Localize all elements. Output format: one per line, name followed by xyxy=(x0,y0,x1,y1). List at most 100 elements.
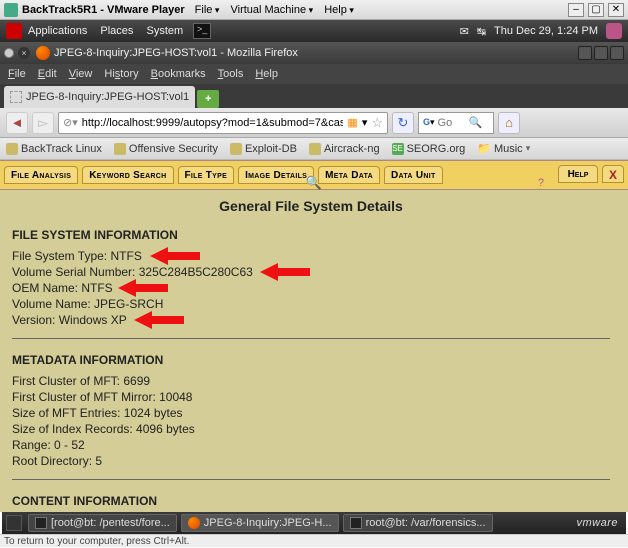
help-qmark-icon[interactable]: ? xyxy=(538,177,544,189)
page-body[interactable]: General File System Details FILE SYSTEM … xyxy=(0,190,628,512)
network-icon[interactable]: ↹ xyxy=(477,25,486,38)
vm-menu-help[interactable]: Help xyxy=(324,4,354,16)
divider xyxy=(12,479,610,480)
reload-button[interactable]: ↻ xyxy=(392,112,414,134)
task-firefox[interactable]: JPEG-8-Inquiry:JPEG-H... xyxy=(181,514,339,532)
fx-menu-file[interactable]: File xyxy=(8,68,26,80)
bookmark-star-icon[interactable]: ☆ xyxy=(371,115,383,131)
new-tab-button[interactable]: + xyxy=(197,90,219,108)
tab-meta-data[interactable]: Meta Data xyxy=(318,166,380,184)
red-arrow-icon xyxy=(134,309,184,331)
firefox-tabstrip: JPEG-8-Inquiry:JPEG-HOST:vol1 + xyxy=(0,84,628,108)
search-input[interactable] xyxy=(438,117,466,129)
task-terminal-1[interactable]: [root@bt: /pentest/fore... xyxy=(28,514,177,532)
vm-titlebar: BackTrack5R1 - VMware Player File Virtua… xyxy=(0,0,628,20)
volname-line: Volume Name: JPEG-SRCH xyxy=(12,296,610,312)
bm-backtrack[interactable]: BackTrack Linux xyxy=(6,143,102,155)
fx-menu-view[interactable]: View xyxy=(69,68,93,80)
tab-image-details[interactable]: Image Details xyxy=(238,166,314,184)
meta-line: Root Directory: 5 xyxy=(12,453,610,469)
tab-file-analysis[interactable]: File Analysis xyxy=(4,166,78,184)
bookmarks-toolbar: BackTrack Linux Offensive Security Explo… xyxy=(0,138,628,160)
fx-close-button[interactable] xyxy=(610,46,624,60)
fx-menu-history[interactable]: History xyxy=(104,68,138,80)
content-heading: CONTENT INFORMATION xyxy=(12,494,610,508)
magnifier-icon: 🔍 xyxy=(306,175,322,191)
fx-menu-tools[interactable]: Tools xyxy=(218,68,244,80)
meta-line: Size of Index Records: 4096 bytes xyxy=(12,421,610,437)
oem-line: OEM Name: NTFS xyxy=(12,280,610,296)
tab-data-unit[interactable]: Data Unit xyxy=(384,166,443,184)
version-line: Version: Windows XP xyxy=(12,312,610,328)
vm-menu-file[interactable]: File xyxy=(195,4,220,16)
page-title: General File System Details xyxy=(12,198,610,214)
meta-heading: METADATA INFORMATION xyxy=(12,353,610,367)
fx-menu-help[interactable]: Help xyxy=(255,68,278,80)
menu-places[interactable]: Places xyxy=(100,25,133,37)
backtrack-logo-icon[interactable] xyxy=(6,23,22,39)
mail-icon[interactable]: ✉ xyxy=(460,25,469,38)
tab-keyword-search[interactable]: Keyword Search xyxy=(82,166,173,184)
gnome-taskbar: [root@bt: /pentest/fore... JPEG-8-Inquir… xyxy=(2,512,626,534)
meta-line: First Cluster of MFT: 6699 xyxy=(12,373,610,389)
fx-maximize-button[interactable] xyxy=(594,46,608,60)
back-button[interactable]: ◄ xyxy=(6,112,28,134)
url-input[interactable] xyxy=(82,117,344,129)
vm-minimize-button[interactable]: – xyxy=(568,3,584,17)
tab-file-type[interactable]: File Type xyxy=(178,166,235,184)
help-button[interactable]: Help xyxy=(558,165,598,183)
clock[interactable]: Thu Dec 29, 1:24 PM xyxy=(494,25,598,37)
terminal-launcher-icon[interactable]: >_ xyxy=(193,23,211,39)
task-terminal-2[interactable]: root@bt: /var/forensics... xyxy=(343,514,493,532)
vm-title: BackTrack5R1 - VMware Player xyxy=(22,4,185,16)
url-bar[interactable]: ⊘▾ ▦ ▾ ☆ xyxy=(58,112,388,134)
tab-close-x[interactable]: × xyxy=(18,47,30,59)
fx-menu-edit[interactable]: Edit xyxy=(38,68,57,80)
user-switch-icon[interactable] xyxy=(606,23,622,39)
bm-offsec[interactable]: Offensive Security xyxy=(114,143,218,155)
vm-close-button[interactable]: ✕ xyxy=(608,3,624,17)
firefox-menubar: File Edit View History Bookmarks Tools H… xyxy=(0,64,628,84)
home-button[interactable]: ⌂ xyxy=(498,112,520,134)
search-bar[interactable]: G▾ 🔍 xyxy=(418,112,494,134)
tab-label: JPEG-8-Inquiry:JPEG-HOST:vol1 xyxy=(26,91,189,103)
bm-seorg[interactable]: SESEORG.org xyxy=(392,143,466,155)
bm-aircrack[interactable]: Aircrack-ng xyxy=(309,143,380,155)
globe-segment-icon: ⊘▾ xyxy=(63,116,78,129)
fx-menu-bookmarks[interactable]: Bookmarks xyxy=(151,68,206,80)
meta-line: Size of MFT Entries: 1024 bytes xyxy=(12,405,610,421)
divider xyxy=(12,338,610,339)
close-button[interactable]: X xyxy=(602,165,624,183)
autopsy-toolbar: File Analysis Keyword Search File Type I… xyxy=(0,160,628,190)
vm-status-hint: To return to your computer, press Ctrl+A… xyxy=(4,536,189,547)
firefox-icon xyxy=(36,46,50,60)
bm-music-folder[interactable]: 📁Music xyxy=(477,142,530,155)
vmware-brand: vmware xyxy=(576,517,622,529)
window-menu-icon[interactable] xyxy=(4,48,14,58)
google-icon: G▾ xyxy=(423,117,435,128)
vmware-icon xyxy=(4,3,18,17)
vm-maximize-button[interactable]: ▢ xyxy=(588,3,604,17)
menu-system[interactable]: System xyxy=(146,25,183,37)
vm-menu-virtualmachine[interactable]: Virtual Machine xyxy=(230,4,313,16)
gnome-panel: Applications Places System >_ ✉ ↹ Thu De… xyxy=(0,20,628,42)
fs-type-line: File System Type: NTFS xyxy=(12,248,610,264)
firefox-navbar: ◄ ▻ ⊘▾ ▦ ▾ ☆ ↻ G▾ 🔍 ⌂ xyxy=(0,108,628,138)
firefox-titlebar: × JPEG-8-Inquiry:JPEG-HOST:vol1 - Mozill… xyxy=(0,42,628,64)
rss-icon[interactable]: ▦ xyxy=(347,116,357,129)
meta-line: Range: 0 - 52 xyxy=(12,437,610,453)
fx-minimize-button[interactable] xyxy=(578,46,592,60)
url-dropdown-icon[interactable]: ▾ xyxy=(362,116,368,129)
show-desktop-icon[interactable] xyxy=(6,515,22,531)
search-go-icon[interactable]: 🔍 xyxy=(469,116,483,129)
menu-applications[interactable]: Applications xyxy=(28,25,87,37)
bm-exploitdb[interactable]: Exploit-DB xyxy=(230,143,297,155)
firefox-window-title: JPEG-8-Inquiry:JPEG-HOST:vol1 - Mozilla … xyxy=(54,47,298,59)
vm-menus: File Virtual Machine Help xyxy=(195,4,362,16)
vm-status-bar: To return to your computer, press Ctrl+A… xyxy=(0,534,628,547)
vol-serial-line: Volume Serial Number: 325C284B5C280C63 xyxy=(12,264,610,280)
meta-line: First Cluster of MFT Mirror: 10048 xyxy=(12,389,610,405)
forward-button[interactable]: ▻ xyxy=(32,112,54,134)
tab-favicon-icon xyxy=(10,91,22,103)
tab-autopsy[interactable]: JPEG-8-Inquiry:JPEG-HOST:vol1 xyxy=(4,86,195,108)
